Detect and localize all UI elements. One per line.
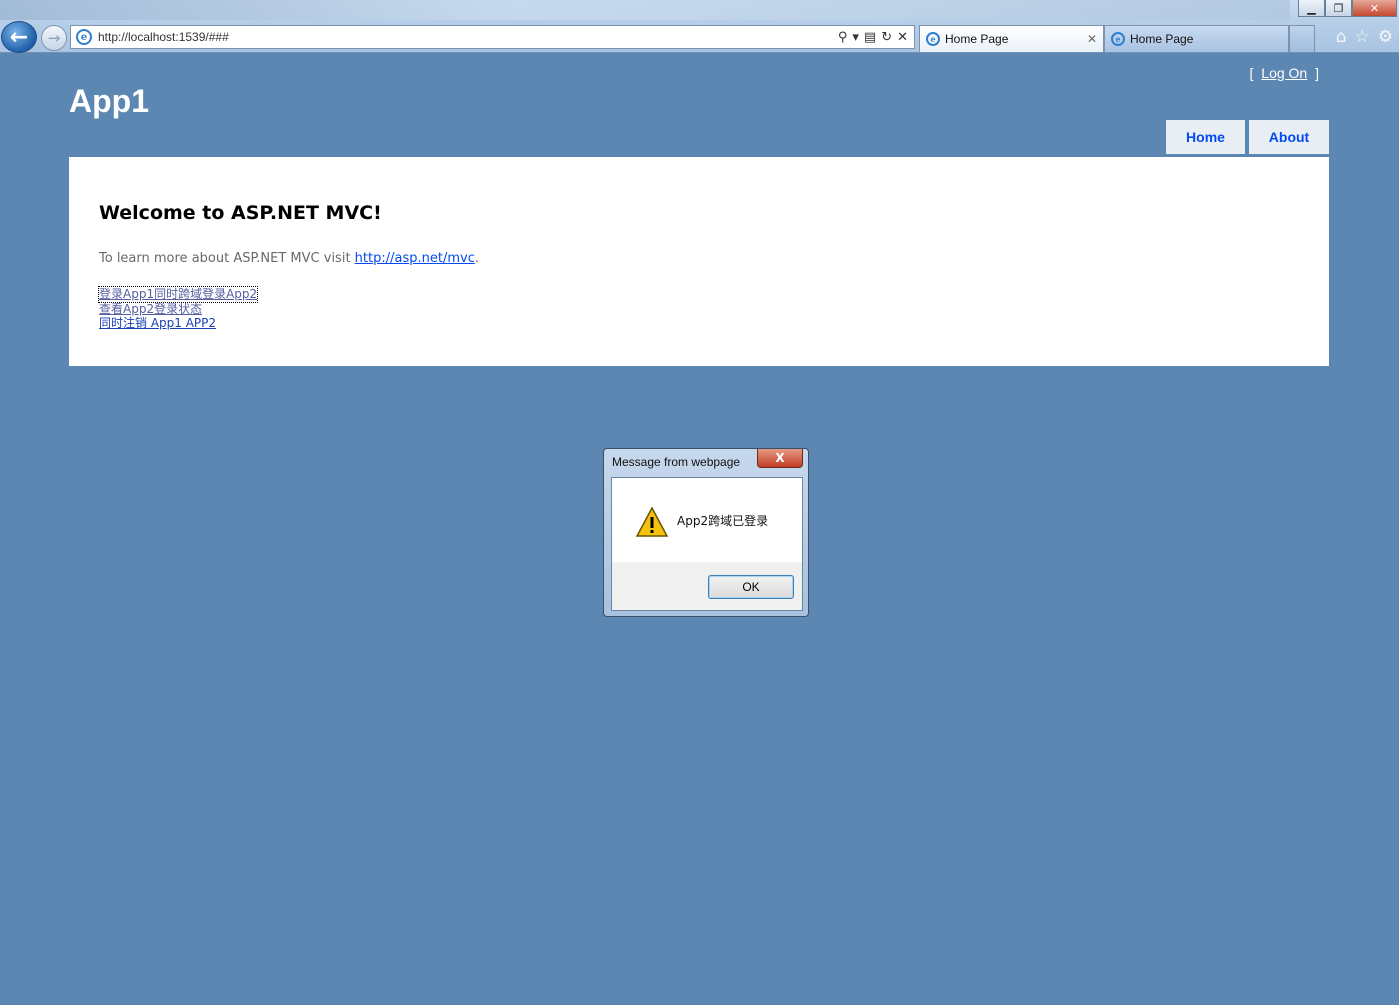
login-app1-cross-domain-app2-link[interactable]: 登录App1同时跨域登录App2 [97, 286, 259, 303]
tools-gear-icon[interactable]: ⚙ [1378, 27, 1393, 47]
command-icons: ⌂ ☆ ⚙ [1336, 27, 1393, 47]
menu-home[interactable]: Home [1166, 120, 1245, 154]
check-app2-login-status-link[interactable]: 查看App2登录状态 [99, 302, 257, 317]
dialog-close-button[interactable]: X [757, 449, 803, 468]
asp-net-mvc-link[interactable]: http://asp.net/mvc [355, 251, 475, 266]
back-arrow-icon: ← [9, 24, 29, 50]
address-bar[interactable]: e http://localhost:1539/### ⚲ ▾ ▤ ↻ ✕ [70, 25, 915, 49]
compatibility-view-icon[interactable]: ▤ [864, 30, 876, 45]
learn-more-prefix: To learn more about ASP.NET MVC visit [99, 251, 355, 266]
search-icon[interactable]: ⚲ [838, 30, 848, 45]
alert-dialog: Message from webpage X App2跨域已登录 OK [603, 448, 809, 617]
dialog-message: App2跨域已登录 [677, 514, 769, 528]
tab-title: Home Page [1130, 32, 1194, 46]
back-button[interactable]: ← [1, 21, 37, 53]
site-title: App1 [69, 83, 149, 119]
browser-chrome: ▁ ❐ ✕ ← → e http://localhost:1539/### ⚲ … [0, 0, 1399, 53]
window-close-button[interactable]: ✕ [1352, 0, 1397, 17]
ie-tab-icon: e [926, 32, 940, 46]
tab-home-page[interactable]: e Home Page [1104, 25, 1289, 52]
logout-app1-app2-link[interactable]: 同时注销 App1 APP2 [99, 316, 257, 331]
bracket-close: ] [1315, 65, 1319, 81]
stop-icon[interactable]: ✕ [897, 30, 908, 45]
action-links: 登录App1同时跨域登录App2 查看App2登录状态 同时注销 App1 AP… [97, 286, 259, 331]
forward-button[interactable]: → [41, 25, 67, 51]
address-url[interactable]: http://localhost:1539/### [98, 30, 229, 44]
tab-home-page-active[interactable]: e Home Page ✕ [919, 25, 1104, 52]
learn-more-text: To learn more about ASP.NET MVC visit ht… [99, 251, 479, 266]
minimize-button[interactable]: ▁ [1298, 0, 1325, 17]
tab-title: Home Page [945, 32, 1009, 46]
dialog-title: Message from webpage [612, 455, 741, 469]
new-tab-button[interactable] [1289, 25, 1315, 52]
ok-button[interactable]: OK [708, 575, 794, 599]
warning-icon [636, 507, 668, 537]
favorites-star-icon[interactable]: ☆ [1355, 27, 1370, 47]
main-content: Welcome to ASP.NET MVC! To learn more ab… [69, 157, 1329, 366]
dropdown-icon[interactable]: ▾ [852, 30, 859, 45]
ie-page-icon: e [76, 29, 92, 45]
window-controls: ▁ ❐ ✕ [1298, 0, 1397, 17]
ie-tab-icon: e [1111, 32, 1125, 46]
forward-arrow-icon: → [47, 29, 61, 47]
bracket-open: [ [1249, 65, 1254, 81]
menu-about[interactable]: About [1249, 120, 1329, 154]
logon-display: [ Log On ] [1250, 65, 1320, 81]
log-on-link[interactable]: Log On [1261, 65, 1307, 81]
address-tools: ⚲ ▾ ▤ ↻ ✕ [838, 30, 914, 45]
home-icon[interactable]: ⌂ [1336, 27, 1347, 47]
tab-close-icon[interactable]: ✕ [1087, 32, 1097, 46]
refresh-icon[interactable]: ↻ [881, 30, 892, 45]
dialog-body: App2跨域已登录 OK [611, 477, 803, 611]
restore-button[interactable]: ❐ [1325, 0, 1352, 17]
main-menu: Home About [1166, 120, 1329, 154]
learn-more-end: . [474, 251, 479, 266]
tab-strip: e Home Page ✕ e Home Page [919, 25, 1315, 52]
title-bar [0, 0, 1290, 20]
page-heading: Welcome to ASP.NET MVC! [99, 202, 382, 224]
